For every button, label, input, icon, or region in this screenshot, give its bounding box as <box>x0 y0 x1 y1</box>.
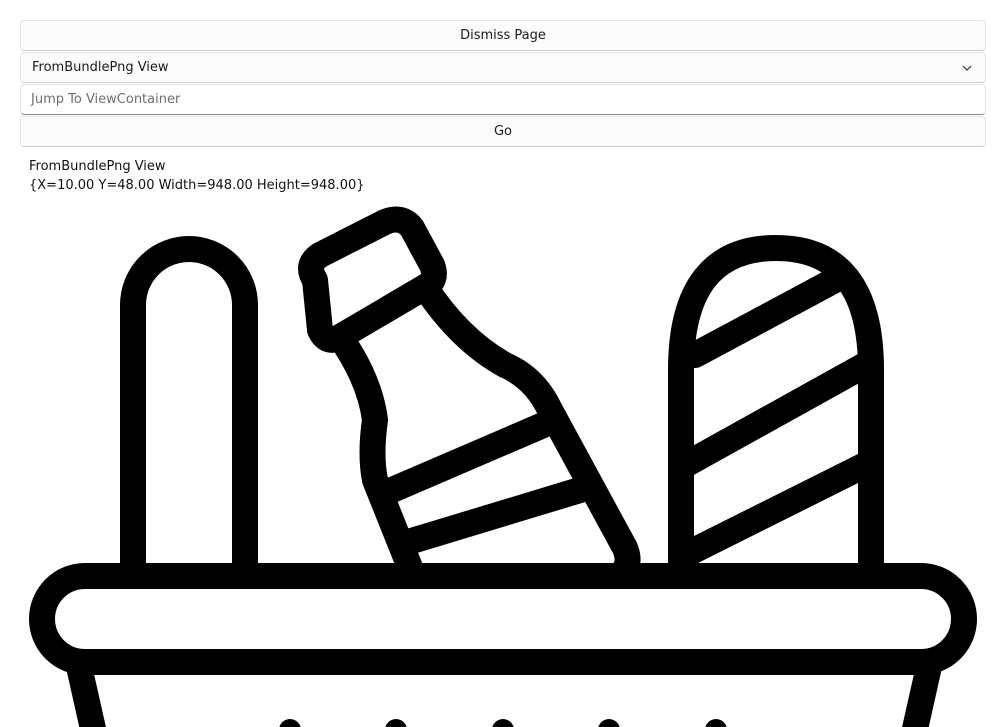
view-title: FromBundlePng View <box>29 159 166 174</box>
basket-rim-shape <box>29 563 977 675</box>
bottle-shape <box>298 206 641 588</box>
basket-with-bread-bottle-baguette-icon <box>29 206 977 727</box>
basket-weave-dots <box>279 719 727 727</box>
chevron-down-icon <box>962 65 972 71</box>
view-picker-selected: FromBundlePng View <box>32 60 169 75</box>
baguette-shape <box>668 235 884 588</box>
jump-to-view-container-input[interactable] <box>31 85 985 114</box>
go-button[interactable]: Go <box>20 116 986 147</box>
bread-stick-shape <box>120 236 258 588</box>
dismiss-page-label: Dismiss Page <box>460 28 546 43</box>
go-label: Go <box>493 124 513 139</box>
view-picker[interactable]: FromBundlePng View <box>20 52 986 83</box>
view-bounds: {X=10.00 Y=48.00 Width=948.00 Height=948… <box>29 178 365 193</box>
dismiss-page-button[interactable]: Dismiss Page <box>20 20 986 51</box>
jump-to-view-container-field[interactable] <box>20 84 986 115</box>
